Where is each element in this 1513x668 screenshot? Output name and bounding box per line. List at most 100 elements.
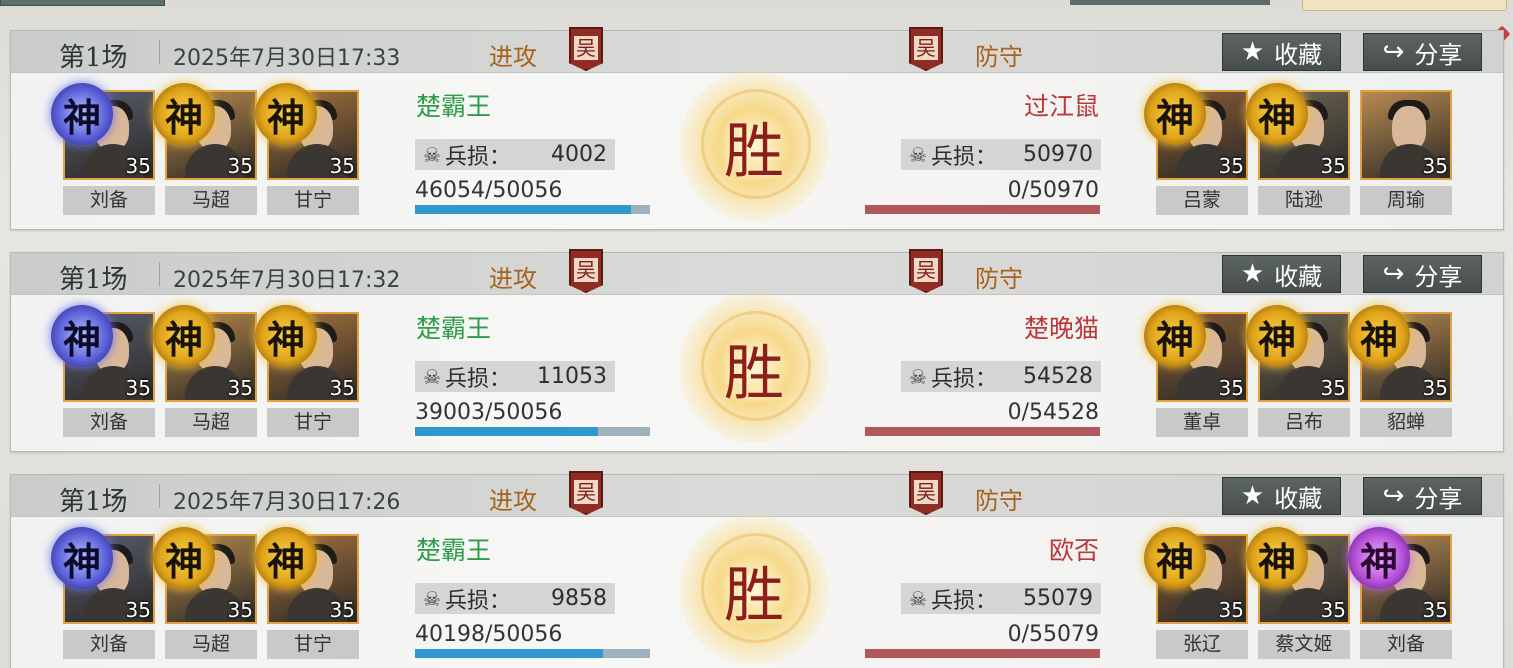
top-right-panel[interactable]: [1302, 0, 1507, 11]
god-badge-icon: 神: [1246, 527, 1308, 589]
hero-level: 35: [125, 154, 151, 178]
star-icon: ★: [1240, 481, 1265, 511]
loss-label: 兵损：: [930, 588, 997, 614]
hero-level: 35: [329, 376, 355, 400]
attacker-loss-box: ☠ 兵损： 4002: [415, 139, 615, 170]
hero-level: 35: [125, 376, 151, 400]
god-badge-icon: 神: [1348, 527, 1410, 589]
defender-troop-bar: [865, 427, 1100, 436]
hero-level: 35: [227, 376, 253, 400]
match-number: 第1场: [59, 265, 128, 295]
share-button[interactable]: ↪ 分享: [1363, 477, 1482, 515]
defend-label: 防守: [975, 487, 1023, 515]
skull-icon: ☠: [423, 586, 441, 611]
share-button[interactable]: ↪ 分享: [1363, 255, 1482, 293]
attacker-troop-bar-fill: [415, 205, 632, 214]
hero-level: 35: [1218, 376, 1244, 400]
god-badge-icon: 神: [255, 527, 317, 589]
defender-loss-box: ☠ 兵损： 55079: [901, 583, 1101, 614]
favorite-label: 收藏: [1274, 40, 1323, 69]
hero-name: 刘备: [63, 186, 155, 215]
favorite-label: 收藏: [1274, 484, 1323, 513]
attacker-troops: 40198/50056: [415, 622, 563, 647]
defender-troop-bar: [865, 205, 1100, 214]
god-badge-icon: 神: [153, 305, 215, 367]
match-number: 第1场: [59, 487, 128, 517]
god-badge-icon: 神: [1348, 305, 1410, 367]
share-icon: ↪: [1382, 37, 1405, 67]
defender-name[interactable]: 欧否: [1049, 531, 1099, 567]
attacker-troops: 39003/50056: [415, 400, 563, 425]
attacker-troop-bar: [415, 649, 650, 658]
loss-label: 兵损：: [444, 366, 511, 392]
share-label: 分享: [1414, 262, 1463, 291]
defender-troop-bar-track: [865, 649, 1100, 658]
attacker-name[interactable]: 楚霸王: [416, 309, 491, 345]
skull-icon: ☠: [909, 142, 927, 167]
defender-loss-box: ☠ 兵损： 50970: [901, 139, 1101, 170]
skull-icon: ☠: [423, 142, 441, 167]
hero-level: 35: [1320, 154, 1346, 178]
defender-troop-bar-track: [865, 205, 1100, 214]
faction-text: 吴: [574, 36, 598, 60]
god-badge-icon: 神: [51, 527, 113, 589]
top-strip: [0, 0, 1513, 28]
defender-name[interactable]: 过江鼠: [1024, 87, 1099, 123]
share-button[interactable]: ↪ 分享: [1363, 33, 1482, 71]
attacker-name[interactable]: 楚霸王: [416, 87, 491, 123]
hero-name: 吕布: [1258, 408, 1350, 437]
hero-name: 马超: [165, 630, 257, 659]
share-icon: ↪: [1382, 259, 1405, 289]
favorite-button[interactable]: ★ 收藏: [1222, 477, 1341, 515]
favorite-button[interactable]: ★ 收藏: [1222, 255, 1341, 293]
attacker-name[interactable]: 楚霸王: [416, 531, 491, 567]
defender-name[interactable]: 楚晚猫: [1024, 309, 1099, 345]
attacker-loss-value: 9858: [551, 586, 607, 611]
skull-icon: ☠: [909, 586, 927, 611]
defender-troop-bar: [865, 649, 1100, 658]
attacker-troops: 46054/50056: [415, 178, 563, 203]
attacker-faction-banner: 吴: [569, 471, 603, 515]
defender-loss-value: 55079: [1023, 586, 1093, 611]
defender-troops: 0/54528: [1007, 400, 1099, 425]
hero-level: 35: [1422, 598, 1448, 622]
hero-name: 貂蝉: [1360, 408, 1452, 437]
battle-record[interactable]: 第1场 2025年7月30日17:32 进攻 吴 吴 防守 ★ 收藏 ↪ 分享 …: [10, 249, 1504, 452]
skull-icon: ☠: [909, 364, 927, 389]
god-badge-icon: 神: [51, 83, 113, 145]
match-number: 第1场: [59, 43, 128, 73]
header-divider: [159, 484, 160, 508]
god-badge-icon: 神: [255, 83, 317, 145]
hero-level: 35: [1320, 376, 1346, 400]
hero-level: 35: [227, 598, 253, 622]
defender-loss-value: 54528: [1023, 364, 1093, 389]
faction-text: 吴: [914, 258, 938, 282]
god-badge-icon: 神: [1144, 83, 1206, 145]
faction-text: 吴: [574, 258, 598, 282]
hero-portrait[interactable]: 35: [1360, 90, 1452, 180]
hero-name: 甘宁: [267, 630, 359, 659]
attacker-faction-banner: 吴: [569, 249, 603, 293]
hero-name: 陆逊: [1258, 186, 1350, 215]
loss-label: 兵损：: [444, 588, 511, 614]
favorite-button[interactable]: ★ 收藏: [1222, 33, 1341, 71]
hero-level: 35: [1422, 154, 1448, 178]
hero-name: 甘宁: [267, 186, 359, 215]
defender-troops: 0/50970: [1007, 178, 1099, 203]
share-icon: ↪: [1382, 481, 1405, 511]
hero-name: 刘备: [63, 408, 155, 437]
hero-name: 董卓: [1156, 408, 1248, 437]
hero-level: 35: [1218, 154, 1244, 178]
top-middle-tab[interactable]: [1070, 0, 1270, 5]
attacker-loss-value: 11053: [537, 364, 607, 389]
attack-label: 进攻: [489, 265, 537, 293]
attacker-troop-bar: [415, 427, 650, 436]
battle-record[interactable]: 第1场 2025年7月30日17:26 进攻 吴 吴 防守 ★ 收藏 ↪ 分享 …: [10, 471, 1504, 668]
god-badge-icon: 神: [1144, 527, 1206, 589]
hero-level: 35: [1320, 598, 1346, 622]
share-label: 分享: [1414, 484, 1463, 513]
top-left-tab[interactable]: [0, 0, 165, 6]
god-badge-icon: 神: [153, 527, 215, 589]
skull-icon: ☠: [423, 364, 441, 389]
battle-record[interactable]: 第1场 2025年7月30日17:33 进攻 吴 吴 防守 ★ 收藏 ↪ 分享 …: [10, 27, 1504, 230]
